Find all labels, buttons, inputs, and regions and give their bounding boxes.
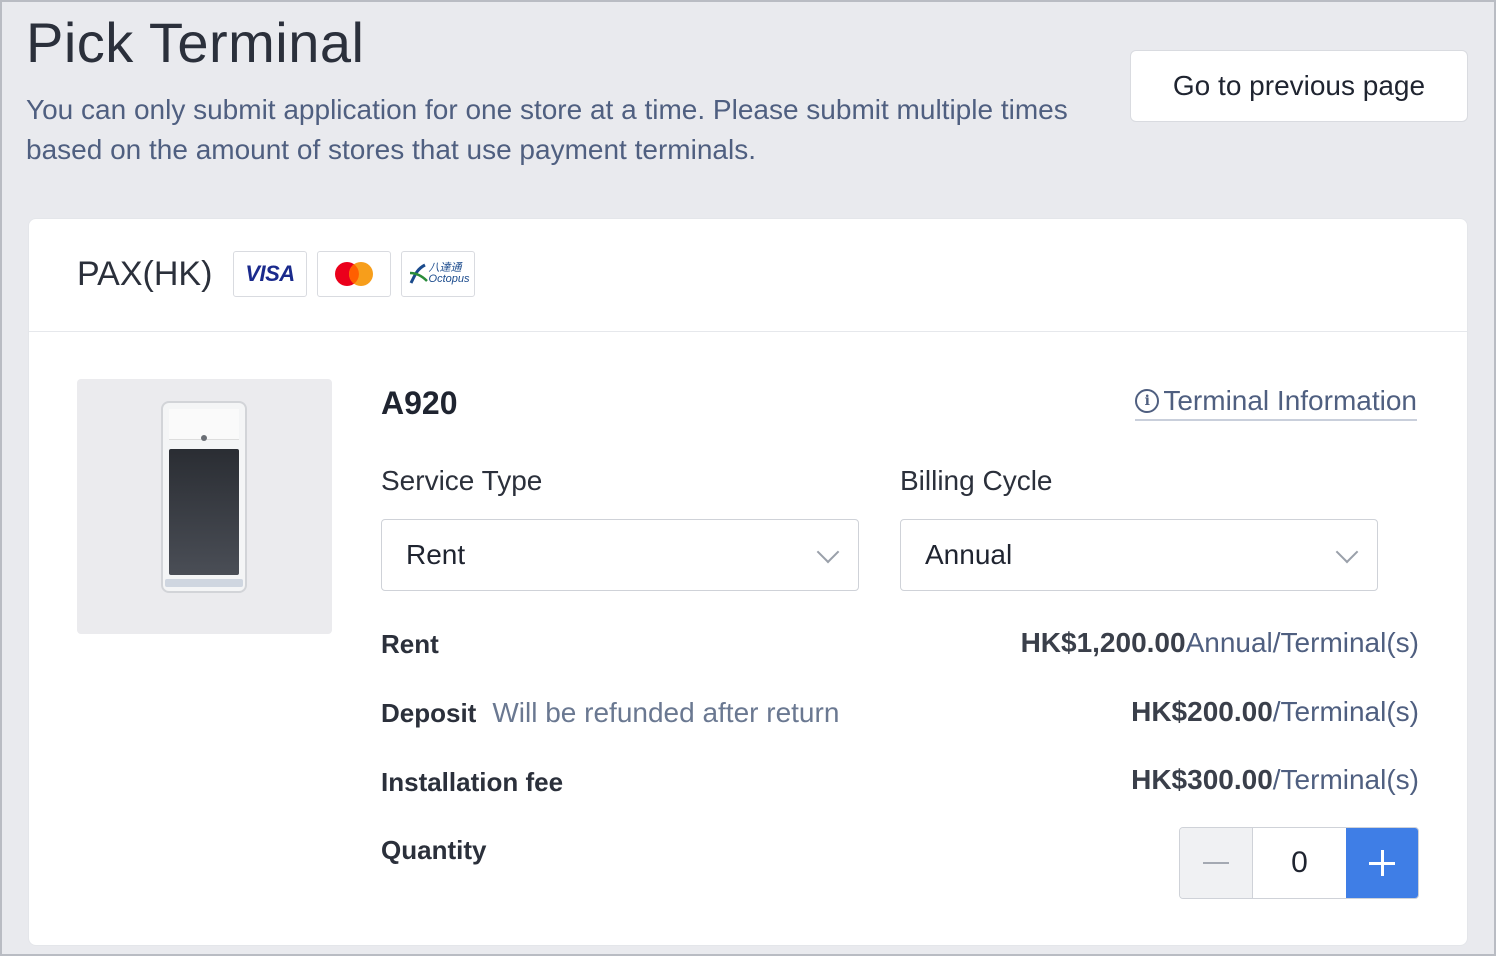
deposit-unit: /Terminal(s) (1272, 696, 1419, 727)
billing-cycle-select[interactable]: Annual (900, 519, 1378, 591)
installation-fee-amount: HK$300.00 (1131, 764, 1273, 795)
provider-name: PAX(HK) (77, 255, 213, 293)
octopus-icon (409, 263, 428, 284)
rent-amount: HK$1,200.00 (1020, 627, 1186, 658)
installation-fee-unit: /Terminal(s) (1272, 764, 1419, 795)
terminal-model: A920 (381, 385, 458, 421)
card-header: PAX(HK) VISA 八達通 Octopus (29, 219, 1467, 332)
rent-price: HK$1,200.00Annual/Terminal(s) (1021, 627, 1419, 659)
deposit-price: HK$200.00/Terminal(s) (1131, 696, 1419, 728)
octopus-logo-en: Octopus (428, 273, 470, 285)
quantity-input[interactable]: 0 (1253, 828, 1346, 898)
mastercard-logo (317, 251, 391, 297)
decrease-quantity-button[interactable] (1180, 828, 1253, 898)
service-type-select[interactable]: Rent (381, 519, 859, 591)
visa-logo-text: VISA (245, 261, 295, 286)
chevron-down-icon (816, 540, 840, 564)
rent-label: Rent (381, 629, 439, 659)
service-type-value: Rent (406, 539, 466, 570)
billing-cycle-value: Annual (925, 539, 1013, 570)
service-type-label: Service Type (381, 465, 543, 496)
installation-fee-price: HK$300.00/Terminal(s) (1131, 764, 1419, 796)
info-icon: i (1135, 389, 1160, 413)
installation-fee-label: Installation fee (381, 767, 564, 797)
increase-quantity-button[interactable] (1346, 828, 1418, 898)
visa-logo: VISA (233, 251, 307, 297)
terminal-information-label: Terminal Information (1163, 385, 1417, 416)
deposit-row-label: Deposit Will be refunded after return (381, 697, 839, 729)
mastercard-icon (335, 262, 373, 286)
go-to-previous-page-button[interactable]: Go to previous page (1130, 50, 1468, 122)
quantity-stepper: 0 (1179, 827, 1419, 899)
billing-cycle-label: Billing Cycle (900, 465, 1053, 496)
deposit-note: Will be refunded after return (492, 697, 840, 728)
terminal-information-link[interactable]: i Terminal Information (1135, 385, 1417, 421)
terminal-image (77, 379, 332, 634)
quantity-label: Quantity (381, 835, 487, 865)
chevron-down-icon (1335, 540, 1359, 564)
deposit-amount: HK$200.00 (1131, 696, 1273, 727)
rent-unit: Annual/Terminal(s) (1185, 627, 1419, 658)
page-title: Pick Terminal (26, 11, 365, 74)
minus-icon (1203, 862, 1229, 864)
deposit-label: Deposit (381, 698, 477, 728)
page-description: You can only submit application for one … (26, 94, 1068, 165)
octopus-logo: 八達通 Octopus (401, 251, 475, 297)
terminal-device-icon (161, 401, 247, 593)
terminal-card: PAX(HK) VISA 八達通 Octopus A920 i Terminal… (28, 218, 1468, 946)
